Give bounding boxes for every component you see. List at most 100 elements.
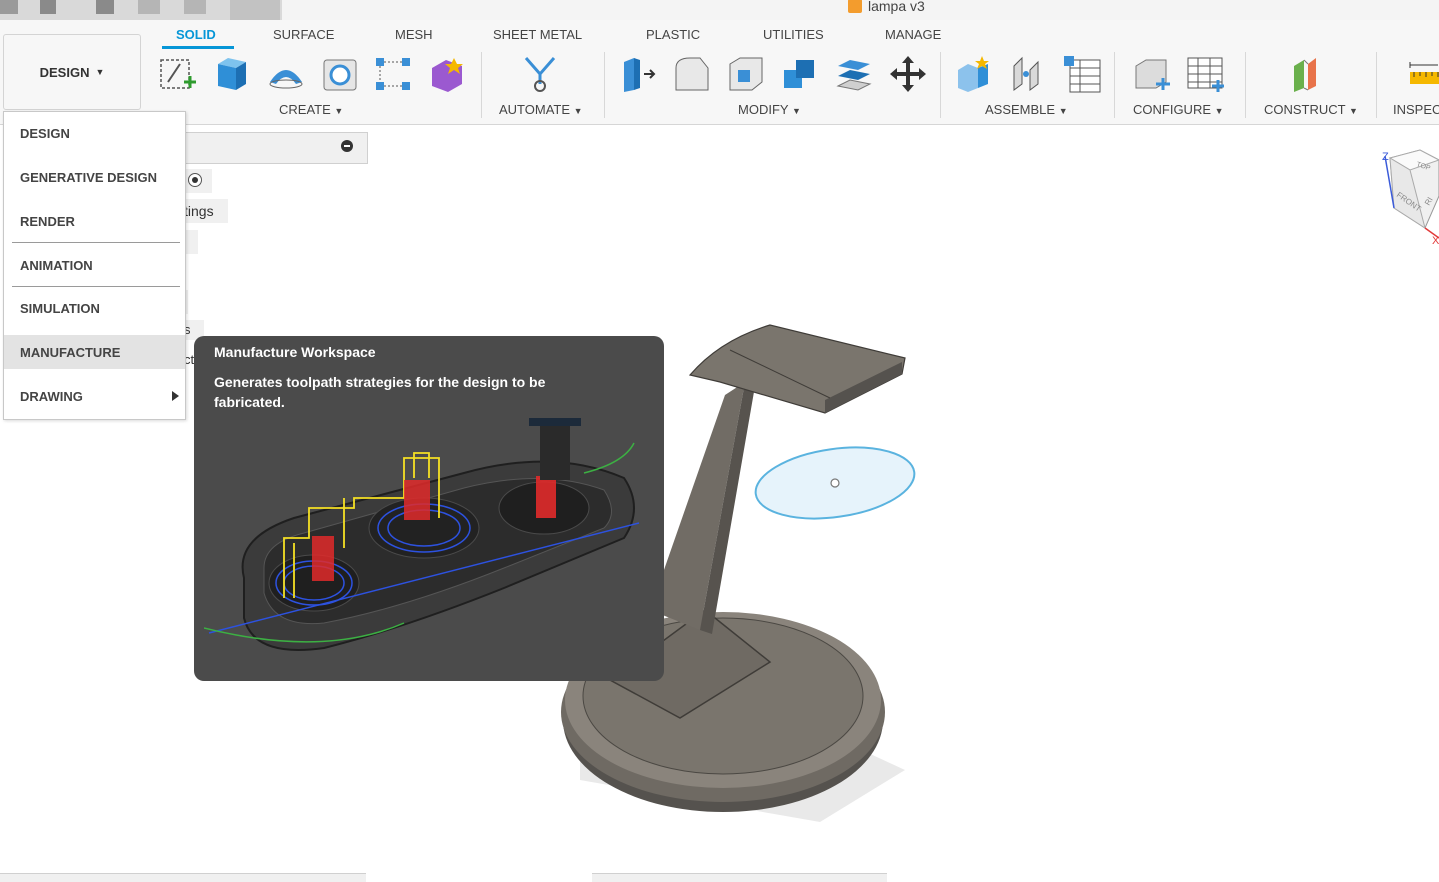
measure-icon[interactable] — [1408, 54, 1439, 94]
tab-solid[interactable]: SOLID — [176, 27, 216, 42]
tooltip-title: Manufacture Workspace — [214, 344, 376, 360]
tab-utilities[interactable]: UTILITIES — [763, 27, 824, 42]
offset-face-icon[interactable] — [834, 54, 874, 94]
toolbar-separator — [1245, 52, 1246, 118]
automate-icon[interactable] — [520, 54, 560, 94]
file-icon[interactable] — [40, 0, 56, 14]
create-form-icon[interactable] — [428, 54, 468, 94]
caret-down-icon: ▼ — [334, 106, 344, 116]
tab-manage[interactable]: MANAGE — [885, 27, 941, 42]
menu-separator — [12, 242, 180, 243]
revolve-icon[interactable] — [266, 54, 306, 94]
browser-panel-header[interactable] — [180, 132, 368, 164]
caret-down-icon: ▼ — [1349, 106, 1358, 116]
menu-item-label: RENDER — [20, 213, 75, 229]
menu-item-label: DESIGN — [20, 125, 70, 141]
caret-down-icon: ▼ — [95, 67, 105, 77]
quick-access-toolbar — [0, 0, 282, 20]
workspace-menu: DESIGN GENERATIVE DESIGN RENDER ANIMATIO… — [3, 111, 186, 420]
tab-plastic[interactable]: PLASTIC — [646, 27, 700, 42]
toolbar-separator — [1376, 52, 1377, 118]
hole-icon[interactable] — [320, 54, 360, 94]
document-icon — [848, 0, 862, 13]
home-icon[interactable] — [230, 0, 280, 20]
menu-item-drawing[interactable]: DRAWING — [4, 379, 185, 413]
group-inspect-label: INSPEC — [1393, 102, 1439, 117]
tab-mesh[interactable]: MESH — [395, 27, 433, 42]
group-assemble[interactable]: ASSEMBLE ▼ — [985, 102, 1068, 117]
combine-icon[interactable] — [780, 54, 820, 94]
tooltip-toolpath-illustration — [204, 418, 640, 651]
group-configure-label: CONFIGURE — [1133, 102, 1211, 117]
menu-item-animation[interactable]: ANIMATION — [4, 248, 185, 282]
toolbar-separator — [1114, 52, 1115, 118]
tab-sheet-metal[interactable]: SHEET METAL — [493, 27, 582, 42]
group-automate[interactable]: AUTOMATE ▼ — [499, 102, 583, 117]
pattern-icon[interactable] — [374, 54, 414, 94]
toolbar-separator — [604, 52, 605, 118]
menu-item-generative-design[interactable]: GENERATIVE DESIGN — [4, 160, 185, 194]
sketch-center-point[interactable] — [830, 478, 840, 488]
group-modify[interactable]: MODIFY ▼ — [738, 102, 801, 117]
group-assemble-label: ASSEMBLE — [985, 102, 1056, 117]
menu-item-label: DRAWING — [20, 388, 83, 404]
tooltip-description: Generates toolpath strategies for the de… — [214, 374, 546, 410]
group-create-label: CREATE — [279, 102, 331, 117]
menu-item-label: ANIMATION — [20, 257, 93, 273]
tab-surface[interactable]: SURFACE — [273, 27, 334, 42]
undo-icon[interactable] — [138, 0, 160, 14]
sketch-circle[interactable] — [750, 440, 920, 526]
data-panel-icon[interactable] — [0, 0, 18, 14]
workspace-switcher-button[interactable]: DESIGN ▼ — [3, 34, 141, 110]
toolbar-separator — [940, 52, 941, 118]
save-icon[interactable] — [96, 0, 114, 14]
configure-icon[interactable] — [1132, 54, 1172, 94]
caret-down-icon: ▼ — [1058, 106, 1068, 116]
group-construct-label: CONSTRUCT — [1264, 102, 1346, 117]
shell-icon[interactable] — [726, 54, 766, 94]
extrude-icon[interactable] — [212, 54, 252, 94]
menu-item-manufacture[interactable]: MANUFACTURE — [4, 335, 185, 369]
construct-plane-icon[interactable] — [1290, 54, 1330, 94]
menu-item-label: GENERATIVE DESIGN — [20, 169, 158, 185]
move-copy-icon[interactable] — [888, 54, 928, 94]
x-axis-label: X — [1432, 235, 1439, 246]
browser-row — [184, 230, 198, 254]
menu-item-simulation[interactable]: SIMULATION — [4, 291, 185, 325]
group-inspect[interactable]: INSPEC — [1393, 102, 1439, 117]
workspace-tooltip: Manufacture Workspace Generates toolpath… — [194, 336, 664, 681]
toolbar-separator — [481, 52, 482, 118]
menu-item-label: MANUFACTURE — [20, 344, 121, 360]
browser-row — [184, 169, 212, 193]
group-create[interactable]: CREATE ▼ — [279, 102, 343, 117]
menu-item-design[interactable]: DESIGN — [4, 116, 185, 150]
radio-dot — [192, 177, 198, 183]
collapse-panel-icon[interactable] — [341, 140, 353, 152]
group-construct[interactable]: CONSTRUCT ▼ — [1264, 102, 1358, 117]
press-pull-icon[interactable] — [618, 54, 658, 94]
redo-icon[interactable] — [184, 0, 206, 14]
document-title-text: lampa v3 — [868, 0, 925, 14]
caret-down-icon: ▼ — [791, 106, 801, 116]
bill-of-materials-icon[interactable] — [1062, 54, 1102, 94]
menu-separator — [12, 286, 180, 287]
workspace-switcher-label: DESIGN — [39, 64, 90, 80]
joint-icon[interactable] — [1008, 54, 1048, 94]
submenu-arrow-icon — [172, 391, 179, 401]
configuration-table-icon[interactable] — [1186, 54, 1226, 94]
create-sketch-icon[interactable] — [158, 54, 198, 94]
fillet-icon[interactable] — [672, 54, 712, 94]
browser-row-label: tings — [184, 203, 214, 219]
group-modify-label: MODIFY — [738, 102, 789, 117]
z-axis-label: Z — [1382, 151, 1389, 163]
active-tab-underline — [162, 46, 234, 49]
browser-row: tings — [184, 199, 228, 223]
new-component-icon[interactable] — [954, 54, 994, 94]
group-automate-label: AUTOMATE — [499, 102, 571, 117]
document-title: lampa v3 — [848, 0, 925, 14]
menu-item-render[interactable]: RENDER — [4, 204, 185, 238]
viewcube[interactable]: Z X TOP FRONT RI — [1380, 146, 1439, 246]
group-configure[interactable]: CONFIGURE ▼ — [1133, 102, 1224, 117]
caret-down-icon: ▼ — [573, 106, 583, 116]
menu-item-label: SIMULATION — [20, 300, 100, 316]
